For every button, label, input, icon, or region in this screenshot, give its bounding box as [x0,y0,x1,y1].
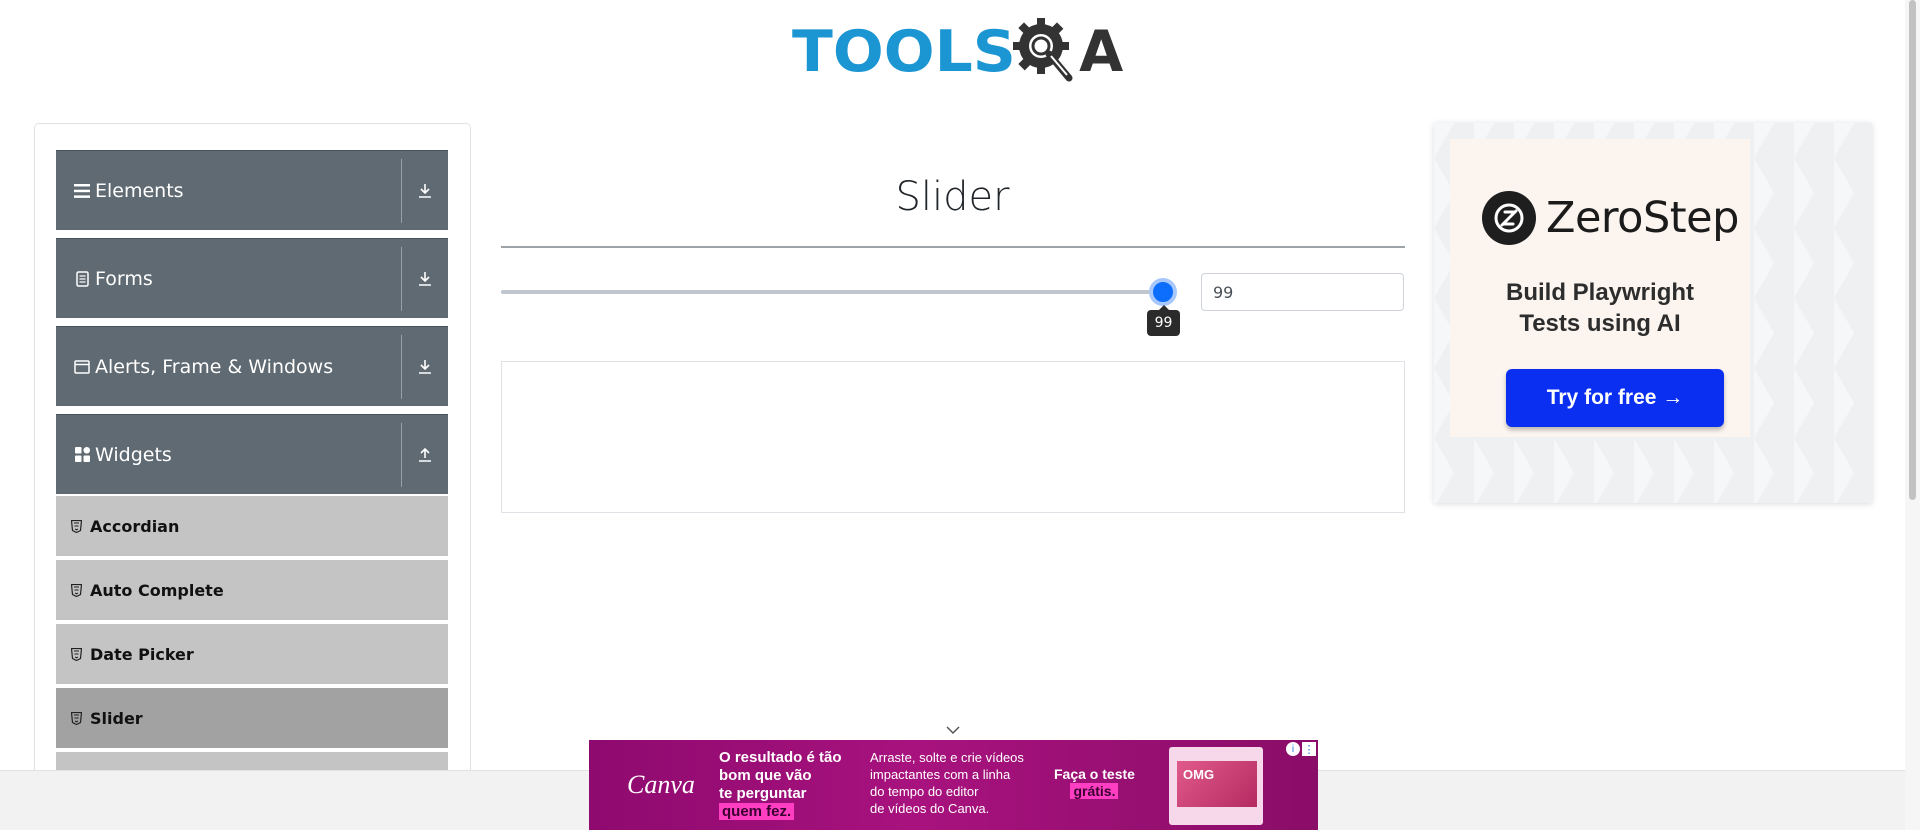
html5-icon [70,647,82,661]
zerostep-ad[interactable]: ZeroStep Build Playwright Tests using AI… [1434,123,1872,503]
sidebar-item-label: Auto Complete [90,580,224,600]
hamburger-icon [73,183,91,198]
separator [401,423,402,487]
banner-cta-line: Faça o teste [1054,766,1135,782]
slider-thumb[interactable] [1149,278,1177,306]
banner-headline-line: bom que vão [719,767,812,784]
upload-arrow-icon[interactable] [411,443,439,467]
sidebar-group-elements[interactable]: Elements [56,150,448,230]
banner-body-line: impactantes com a linha [870,767,1011,782]
ad-headline: Build Playwright Tests using AI [1450,277,1750,339]
sidebar-group-widgets[interactable]: Widgets [56,414,448,494]
page: TOOLS A Elements Forms Alerts, Frame & W… [0,0,1920,830]
ad-card: ZeroStep Build Playwright Tests using AI… [1450,139,1750,437]
vertical-scrollbar[interactable] [1905,0,1920,830]
gear-magnifier-icon [1011,14,1077,90]
canva-logo: Canva [627,770,695,799]
sidebar-item-label: Slider [90,708,143,728]
separator [401,335,402,399]
sidebar-item-label: Accordian [90,516,180,536]
sidebar-item-slider[interactable]: Slider [56,686,448,748]
ad-headline-line2: Tests using AI [1519,310,1681,337]
logo-text-tools: TOOLS [792,19,1016,85]
sidebar-group-title: Alerts, Frame & Windows [95,355,334,378]
banner-cta-highlight: grátis. [1070,783,1119,799]
separator [401,247,402,311]
sidebar-group-title: Widgets [95,443,172,466]
page-title: Slider [895,174,1010,220]
chevron-down-icon[interactable] [944,722,962,736]
canva-banner-ad[interactable]: Canva O resultado é tão bom que vão te p… [589,740,1318,830]
banner-video-thumbnail: OMG [1169,747,1263,825]
banner-headline-highlight: quem fez. [719,803,795,820]
banner-body-line: Arraste, solte e crie vídeos [870,750,1024,765]
banner-cta[interactable]: Faça o teste grátis. [1054,766,1135,800]
slider-tooltip: 99 [1147,305,1180,336]
left-panel: Elements Forms Alerts, Frame & Windows W… [34,123,471,830]
download-arrow-icon[interactable] [411,179,439,203]
separator [401,159,402,223]
banner-body-line: de vídeos do Canva. [870,801,990,816]
download-arrow-icon[interactable] [411,267,439,291]
banner-body: Arraste, solte e crie vídeos impactantes… [870,749,1024,817]
ad-more-options-icon[interactable]: ⋮ [1302,742,1316,756]
ad-brand: ZeroStep [1546,193,1739,243]
zerostep-logo: ZeroStep [1482,191,1739,245]
slider-value-field[interactable]: 99 [1201,273,1404,311]
banner-body-line: do tempo do editor [870,784,979,799]
sidebar-item-accordian[interactable]: Accordian [56,494,448,556]
banner-headline-line: te perguntar [719,785,807,802]
content-box [501,361,1405,513]
sidebar-group-alerts[interactable]: Alerts, Frame & Windows [56,326,448,406]
range-slider[interactable]: 99 [501,278,1180,336]
html5-icon [70,519,82,533]
document-icon [73,270,91,287]
sidebar-item-label: Date Picker [90,644,194,664]
toolsqa-logo[interactable]: TOOLS A [792,14,1123,90]
try-for-free-button[interactable]: Try for free → [1506,369,1724,427]
ad-headline-line1: Build Playwright [1505,279,1694,306]
grid-icon [73,447,91,462]
logo-text-a: A [1079,19,1124,85]
ad-info-icon[interactable]: i [1286,742,1300,756]
sidebar-item-auto-complete[interactable]: Auto Complete [56,558,448,620]
window-icon [73,359,91,374]
thumbnail-text: OMG [1183,767,1215,782]
html5-icon [70,711,82,725]
title-divider [501,246,1405,248]
sidebar-group-title: Forms [95,267,153,290]
scrollbar-thumb[interactable] [1909,0,1916,500]
slider-fill [501,290,1163,294]
sidebar-item-date-picker[interactable]: Date Picker [56,622,448,684]
sidebar-group-forms[interactable]: Forms [56,238,448,318]
sidebar-group-title: Elements [95,179,184,202]
banner-headline-line: O resultado é tão [719,749,842,766]
html5-icon [70,583,82,597]
zerostep-mark-icon [1482,191,1536,245]
banner-headline: O resultado é tão bom que vão te pergunt… [719,749,842,821]
download-arrow-icon[interactable] [411,355,439,379]
